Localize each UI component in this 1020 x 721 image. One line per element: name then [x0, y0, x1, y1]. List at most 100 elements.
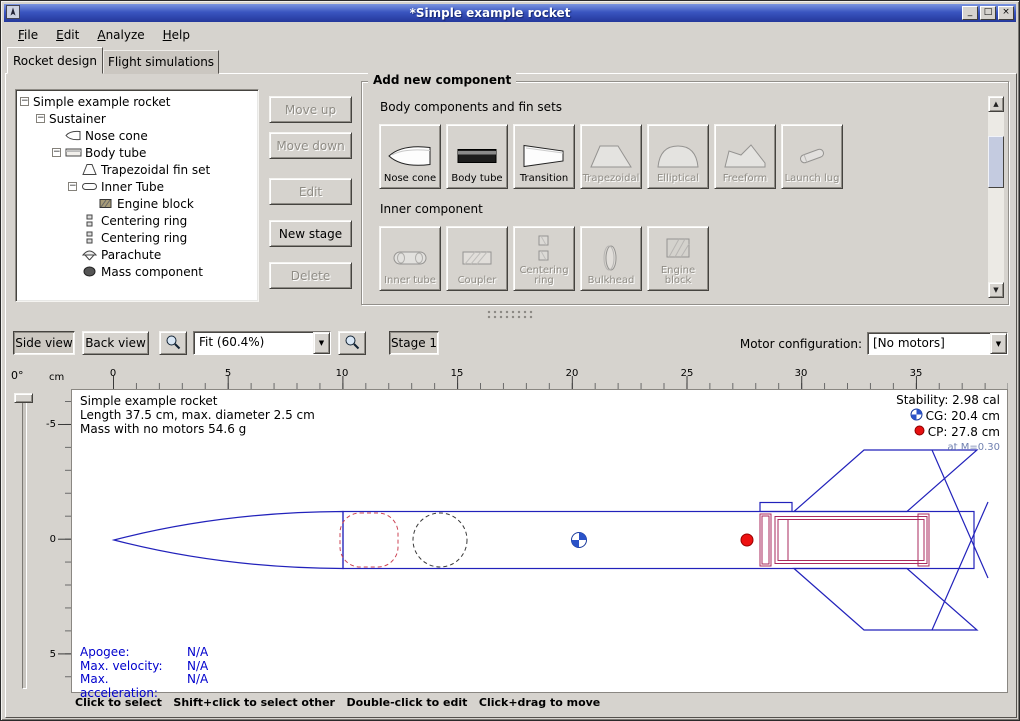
button-label: Bulkhead	[588, 276, 635, 286]
new-stage-button[interactable]: New stage	[269, 220, 352, 247]
tree-item-centering-ring[interactable]: Centering ring	[68, 229, 256, 246]
add-engine-block-button: Engine block	[647, 226, 709, 291]
titlebar[interactable]: *Simple example rocket _ □ ×	[4, 4, 1016, 22]
button-label: Launch lug	[785, 174, 840, 184]
horizontal-ruler: 0 5 10 15 20 25 30 35	[71, 367, 1008, 389]
tree-item-fin-set[interactable]: Trapezoidal fin set	[68, 161, 256, 178]
tree-item-engine-block[interactable]: Engine block	[84, 195, 256, 212]
mass-component-icon	[81, 265, 98, 278]
tree-item-label: Engine block	[117, 197, 194, 211]
delete-button: Delete	[269, 262, 352, 289]
zoom-level-select[interactable]: Fit (60.4%) ▼	[193, 331, 331, 355]
add-freeform-fin-button: Freeform	[714, 124, 776, 189]
app-icon	[6, 5, 20, 22]
back-view-button[interactable]: Back view	[82, 331, 149, 355]
tree-collapse-icon[interactable]: −	[68, 182, 77, 191]
engine-block-icon	[97, 197, 114, 210]
button-label: Engine block	[649, 266, 707, 286]
tree-item-label: Centering ring	[101, 214, 187, 228]
tree-item-label: Centering ring	[101, 231, 187, 245]
add-transition-button[interactable]: Transition	[513, 124, 575, 189]
minimize-icon[interactable]: _	[962, 6, 978, 20]
maximize-icon[interactable]: □	[980, 6, 996, 20]
elliptical-fin-icon	[654, 140, 702, 172]
tree-item-label: Mass component	[101, 265, 203, 279]
motor-configuration-select[interactable]: [No motors] ▼	[867, 332, 1008, 355]
rocket-dimensions: Length 37.5 cm, max. diameter 2.5 cm	[80, 408, 315, 422]
ruler-tick-label: 0	[45, 534, 56, 545]
menu-file[interactable]: File	[9, 25, 47, 45]
group-title: Add new component	[368, 73, 516, 87]
button-label: Nose cone	[384, 174, 436, 184]
menu-analyze[interactable]: Analyze	[88, 25, 153, 45]
ruler-tick-label: 20	[566, 368, 579, 379]
bottom-fin-shape	[794, 569, 977, 631]
bulkhead-icon	[587, 242, 635, 274]
rotation-slider-thumb[interactable]	[14, 393, 33, 403]
close-icon[interactable]: ×	[998, 6, 1014, 20]
centering-ring-icon	[81, 231, 98, 244]
tab-flight-simulations[interactable]: Flight simulations	[103, 50, 219, 74]
inner-component-label: Inner component	[380, 202, 483, 216]
add-nose-cone-button[interactable]: Nose cone	[379, 124, 441, 189]
tree-item-nose-cone[interactable]: Nose cone	[52, 127, 256, 144]
stability-value: Stability: 2.98 cal	[896, 393, 1000, 408]
tree-item-body-tube[interactable]: − Body tube	[52, 144, 256, 161]
vertical-ruler: -5 0 5	[45, 389, 71, 693]
tree-item-rocket[interactable]: − Simple example rocket	[20, 93, 256, 110]
zoom-in-button[interactable]	[338, 331, 366, 355]
zoom-value: Fit (60.4%)	[194, 332, 313, 354]
menu-help[interactable]: Help	[154, 25, 199, 45]
top-fin-shape	[794, 450, 977, 512]
scroll-down-icon[interactable]: ▼	[988, 282, 1004, 298]
move-up-button: Move up	[269, 96, 352, 123]
add-coupler-button: Coupler	[446, 226, 508, 291]
rocket-canvas[interactable]: Simple example rocket Length 37.5 cm, ma…	[71, 389, 1008, 693]
tab-rocket-design[interactable]: Rocket design	[7, 47, 103, 74]
tree-item-parachute[interactable]: Parachute	[68, 246, 256, 263]
body-tube-icon	[453, 140, 501, 172]
max-velocity-value: N/A	[187, 660, 208, 674]
scrollbar-thumb[interactable]	[988, 136, 1004, 188]
tree-item-centering-ring[interactable]: Centering ring	[68, 212, 256, 229]
ruler-tick-label: 35	[910, 368, 923, 379]
ruler-unit-label: cm	[49, 372, 64, 383]
scroll-up-icon[interactable]: ▲	[988, 96, 1004, 112]
tree-item-sustainer[interactable]: − Sustainer	[36, 110, 256, 127]
scrollbar[interactable]: ▲ ▼	[988, 96, 1004, 298]
chevron-down-icon[interactable]: ▼	[313, 332, 330, 354]
tree-item-mass-component[interactable]: Mass component	[68, 263, 256, 280]
nose-cone-icon	[386, 140, 434, 172]
rotation-slider-track[interactable]	[22, 393, 27, 689]
stage-1-toggle[interactable]: Stage 1	[389, 331, 439, 355]
launch-lug-shape	[760, 503, 792, 512]
ruler-tick-label: 15	[451, 368, 464, 379]
splitter-handle[interactable]	[487, 310, 535, 319]
body-components-label: Body components and fin sets	[380, 100, 562, 114]
tree-collapse-icon[interactable]: −	[52, 148, 61, 157]
cp-value: CP: 27.8 cm	[928, 425, 1000, 440]
tree-collapse-icon[interactable]: −	[36, 114, 45, 123]
side-view-button[interactable]: Side view	[13, 331, 75, 355]
component-tree[interactable]: − Simple example rocket − Sustainer Nose…	[15, 89, 259, 302]
launch-lug-icon	[788, 140, 836, 172]
add-body-tube-button[interactable]: Body tube	[446, 124, 508, 189]
ruler-tick-label: 25	[681, 368, 694, 379]
button-label: Transition	[520, 174, 568, 184]
tree-item-inner-tube[interactable]: − Inner Tube	[68, 178, 256, 195]
zoom-out-button[interactable]	[159, 331, 187, 355]
rotation-angle-label: 0°	[11, 369, 24, 382]
freeform-fin-icon	[721, 140, 769, 172]
centering-ring-icon	[520, 232, 568, 264]
rocket-name: Simple example rocket	[80, 394, 315, 408]
menubar: File Edit Analyze Help	[5, 23, 1015, 46]
tree-collapse-icon[interactable]: −	[20, 97, 29, 106]
coupler-icon	[453, 242, 501, 274]
button-label: Freeform	[723, 174, 768, 184]
tree-item-label: Parachute	[101, 248, 161, 262]
menu-edit[interactable]: Edit	[47, 25, 88, 45]
add-inner-tube-button: Inner tube	[379, 226, 441, 291]
chevron-down-icon[interactable]: ▼	[990, 333, 1007, 354]
mass-component-shape	[413, 513, 467, 567]
ruler-tick-label: 30	[795, 368, 808, 379]
